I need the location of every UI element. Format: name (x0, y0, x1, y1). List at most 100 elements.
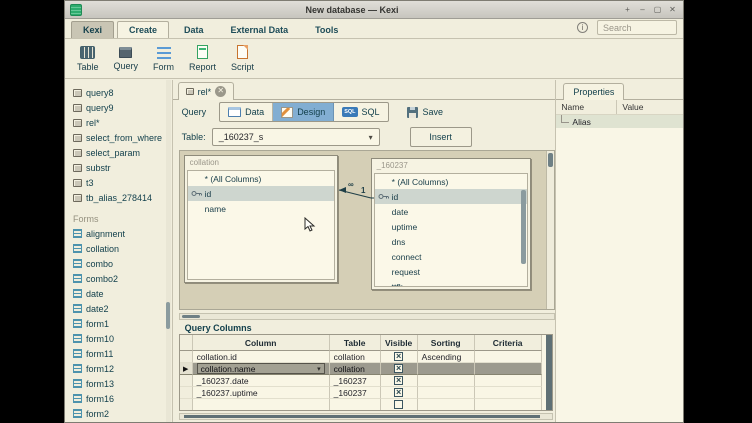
sidebar-item-alignment[interactable]: alignment (65, 226, 172, 241)
sidebar-item-rel[interactable]: rel* (65, 115, 172, 130)
row-selector[interactable] (180, 387, 193, 399)
view-mode-data[interactable]: Data (220, 103, 273, 121)
cell-column[interactable]: collation.id (193, 351, 330, 363)
sidebar-item-t3[interactable]: t3 (65, 175, 172, 190)
relation-canvas[interactable]: _160237* (All Columns)iddateuptimednscon… (180, 151, 547, 309)
row-selector[interactable] (180, 399, 193, 411)
cell-sorting[interactable] (418, 387, 475, 399)
view-mode-sql[interactable]: SQLSQL (334, 103, 387, 121)
cell-column[interactable]: collation.name▾ (193, 363, 330, 375)
ribbon-tab-kexi[interactable]: Kexi (71, 21, 114, 38)
field-item-uptime[interactable]: uptime (375, 219, 527, 234)
table-box-collation[interactable]: collation* (All Columns)idname (184, 155, 338, 283)
keep-above-button[interactable]: + (622, 4, 633, 15)
tab-properties[interactable]: Properties (563, 83, 624, 100)
sidebar-item-collation[interactable]: collation (65, 241, 172, 256)
toolbar-button-query[interactable]: Query (114, 47, 139, 71)
cell-criteria[interactable] (475, 387, 542, 399)
tab-rel[interactable]: rel* ✕ (178, 82, 235, 100)
cell-visible[interactable] (381, 399, 418, 411)
table-row[interactable]: collation.name▾ collation (180, 363, 552, 375)
sidebar-item-combo[interactable]: combo (65, 256, 172, 271)
cell-visible[interactable] (381, 351, 418, 363)
table-row[interactable]: collation.idcollation Ascending (180, 351, 552, 363)
view-mode-design[interactable]: Design (273, 103, 334, 121)
cell-table[interactable]: _160237 (330, 375, 381, 387)
sidebar-item-form3[interactable]: form3 (65, 421, 172, 422)
sidebar-scrollbar-thumb[interactable] (166, 302, 170, 329)
visible-checkbox[interactable] (394, 352, 403, 361)
toolbar-button-report[interactable]: Report (189, 45, 216, 72)
ribbon-tab-external-data[interactable]: External Data (219, 21, 301, 38)
field-item-id[interactable]: id (188, 186, 334, 201)
grid-horizontal-scrollbar[interactable] (179, 413, 553, 420)
field-item-date[interactable]: date (375, 204, 527, 219)
cell-criteria[interactable] (475, 375, 542, 387)
cell-sorting[interactable] (418, 399, 475, 411)
close-button[interactable]: ✕ (667, 4, 678, 15)
table-row[interactable]: _160237.uptime_160237 (180, 387, 552, 399)
cell-sorting[interactable] (418, 375, 475, 387)
visible-checkbox[interactable] (394, 400, 403, 409)
sidebar-item-date2[interactable]: date2 (65, 301, 172, 316)
sidebar-item-query9[interactable]: query9 (65, 100, 172, 115)
field-item-name[interactable]: name (188, 201, 334, 216)
grid-horizontal-scrollbar-thumb[interactable] (184, 415, 540, 418)
cell-sorting[interactable] (418, 363, 475, 375)
grid-header-table[interactable]: Table (330, 335, 381, 351)
design-vertical-scrollbar[interactable] (547, 151, 554, 309)
sidebar-item-date[interactable]: date (65, 286, 172, 301)
row-selector[interactable] (180, 375, 193, 387)
table-row[interactable]: _160237.date_160237 (180, 375, 552, 387)
insert-button[interactable]: Insert (410, 127, 472, 147)
sidebar-item-form1[interactable]: form1 (65, 316, 172, 331)
grid-header-column[interactable]: Column (193, 335, 330, 351)
sidebar-scrollbar[interactable] (166, 80, 171, 422)
cell-visible[interactable] (381, 387, 418, 399)
grid-header-visible[interactable]: Visible (381, 335, 418, 351)
cell-criteria[interactable] (475, 399, 542, 411)
sidebar-item-query8[interactable]: query8 (65, 85, 172, 100)
field-item-connect[interactable]: connect (375, 249, 527, 264)
ribbon-tab-data[interactable]: Data (172, 21, 216, 38)
cell-table[interactable]: collation (330, 363, 381, 375)
field-item-request[interactable]: request (375, 264, 527, 279)
table-box-scrollbar-thumb[interactable] (521, 190, 526, 264)
design-vertical-scrollbar-thumb[interactable] (548, 153, 553, 167)
grid-vertical-scrollbar[interactable] (546, 335, 552, 410)
grid-header-criteria[interactable]: Criteria (475, 335, 542, 351)
visible-checkbox[interactable] (394, 388, 403, 397)
sidebar-item-form2[interactable]: form2 (65, 406, 172, 421)
grid-header-sorting[interactable]: Sorting (418, 335, 475, 351)
sidebar-item-combo2[interactable]: combo2 (65, 271, 172, 286)
maximize-button[interactable]: ▢ (652, 4, 663, 15)
cell-column[interactable]: _160237.date (193, 375, 330, 387)
field-item-ttfb[interactable]: ttfb (375, 279, 527, 287)
design-horizontal-scrollbar[interactable] (179, 313, 555, 320)
visible-checkbox[interactable] (394, 364, 403, 373)
cell-criteria[interactable] (475, 351, 542, 363)
save-button[interactable]: Save (407, 107, 444, 118)
table-row[interactable] (180, 399, 552, 411)
toolbar-button-form[interactable]: Form (153, 46, 174, 72)
cell-criteria[interactable] (475, 363, 542, 375)
ribbon-tab-tools[interactable]: Tools (303, 21, 350, 38)
sidebar-item-form16[interactable]: form16 (65, 391, 172, 406)
cell-sorting[interactable]: Ascending (418, 351, 475, 363)
toolbar-button-script[interactable]: Script (231, 45, 254, 72)
field-item-all-columns[interactable]: * (All Columns) (188, 171, 334, 186)
table-box-160237[interactable]: _160237* (All Columns)iddateuptimednscon… (371, 158, 531, 290)
sidebar-item-form12[interactable]: form12 (65, 361, 172, 376)
column-combobox[interactable]: collation.name▾ (197, 363, 325, 374)
cell-column[interactable]: _160237.uptime (193, 387, 330, 399)
minimize-button[interactable]: – (637, 4, 648, 15)
sidebar-item-select-from-where[interactable]: select_from_where (65, 130, 172, 145)
sidebar-item-tb-alias-278414[interactable]: tb_alias_278414 (65, 190, 172, 205)
row-selector[interactable] (180, 351, 193, 363)
sidebar-item-form11[interactable]: form11 (65, 346, 172, 361)
ribbon-tab-create[interactable]: Create (117, 21, 169, 38)
field-item-all-columns[interactable]: * (All Columns) (375, 174, 527, 189)
sidebar-item-form13[interactable]: form13 (65, 376, 172, 391)
cell-table[interactable]: collation (330, 351, 381, 363)
cell-visible[interactable] (381, 375, 418, 387)
